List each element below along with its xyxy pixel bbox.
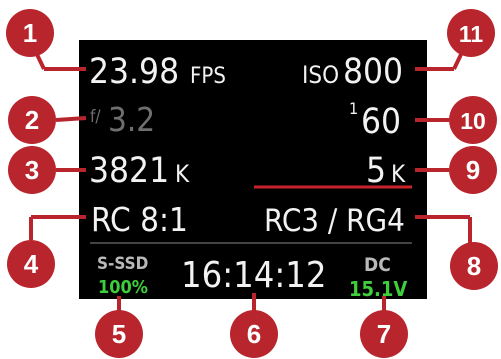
- svg-text:5: 5: [112, 319, 126, 349]
- resolution-mode-unit: K: [391, 160, 406, 188]
- resolution-unit: K: [175, 160, 190, 188]
- callout-3: 3: [8, 146, 56, 194]
- callout-9: 9: [449, 146, 497, 194]
- compression-value[interactable]: RC 8:1: [91, 200, 188, 239]
- resolution-mode-value[interactable]: 5: [366, 151, 386, 191]
- svg-text:8: 8: [467, 251, 481, 281]
- camera-display-overlay: 23.98 FPS f/ 3.2 3821 K RC 8:1 ISO 800 1…: [6, 9, 498, 358]
- svg-text:1: 1: [23, 18, 37, 48]
- power-value[interactable]: 15.1V: [349, 277, 407, 301]
- frame-rate-value[interactable]: 23.98: [89, 52, 179, 92]
- frame-rate-unit: FPS: [190, 64, 226, 89]
- callout-6: 6: [230, 310, 278, 358]
- svg-text:11: 11: [459, 21, 484, 47]
- iso-value[interactable]: 800: [343, 52, 403, 92]
- resolution-value[interactable]: 3821: [89, 151, 169, 191]
- callout-4: 4: [7, 240, 55, 288]
- timecode-value[interactable]: 16:14:12: [181, 255, 326, 296]
- svg-text:9: 9: [466, 155, 480, 185]
- iso-label: ISO: [302, 61, 339, 89]
- svg-text:6: 6: [247, 319, 261, 349]
- svg-text:7: 7: [377, 319, 391, 349]
- callout-2: 2: [8, 96, 56, 144]
- media-value[interactable]: 100%: [98, 277, 148, 298]
- callout-10: 10: [449, 96, 497, 144]
- svg-text:2: 2: [25, 105, 39, 135]
- color-settings-value[interactable]: RC3 / RG4: [264, 203, 405, 239]
- shutter-numerator: 1: [349, 99, 358, 118]
- power-label: DC: [364, 254, 391, 276]
- svg-text:3: 3: [25, 155, 39, 185]
- callout-8: 8: [450, 242, 498, 290]
- shutter-value[interactable]: 60: [361, 102, 401, 142]
- svg-text:10: 10: [460, 108, 486, 134]
- iris-prefix: f/: [90, 107, 101, 127]
- svg-text:4: 4: [24, 249, 39, 279]
- callout-1: 1: [6, 9, 54, 57]
- iris-value[interactable]: 3.2: [108, 100, 155, 139]
- callout-5: 5: [95, 310, 143, 358]
- callout-7: 7: [360, 310, 408, 358]
- media-label: S-SSD: [97, 254, 148, 274]
- callout-11: 11: [447, 9, 495, 57]
- callout-2-leader: [55, 116, 87, 122]
